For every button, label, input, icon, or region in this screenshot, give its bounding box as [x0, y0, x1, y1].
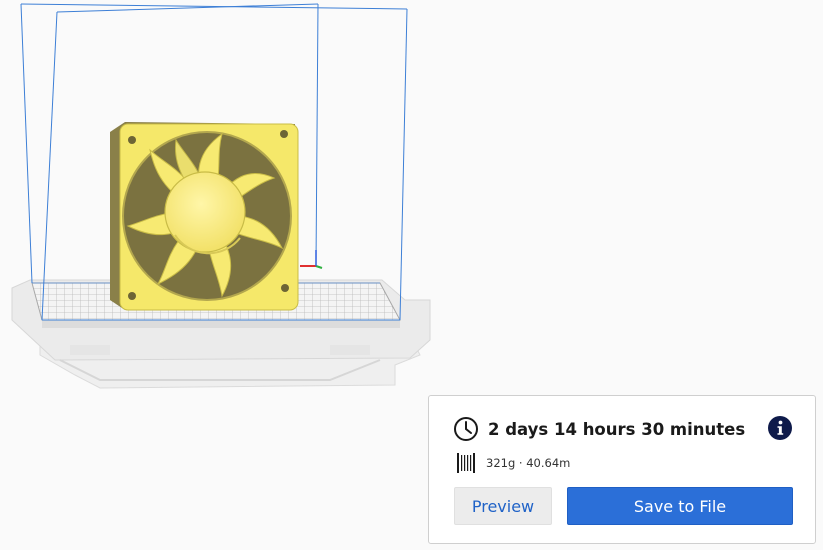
print-time-text: 2 days 14 hours 30 minutes	[488, 419, 746, 439]
clock-icon	[454, 417, 478, 441]
filament-spool-icon	[457, 453, 475, 473]
material-usage-row: 321g · 40.64m	[456, 452, 570, 474]
info-icon[interactable]	[768, 416, 792, 440]
save-to-file-button[interactable]: Save to File	[567, 487, 793, 525]
axis-gizmo	[300, 250, 323, 269]
print-time-row: 2 days 14 hours 30 minutes	[453, 416, 745, 442]
material-usage-text: 321g · 40.64m	[486, 456, 571, 470]
fan-model	[110, 122, 299, 311]
print-summary-panel: 2 days 14 hours 30 minutes 321g · 40.64m…	[428, 395, 816, 544]
preview-button[interactable]: Preview	[454, 487, 552, 525]
